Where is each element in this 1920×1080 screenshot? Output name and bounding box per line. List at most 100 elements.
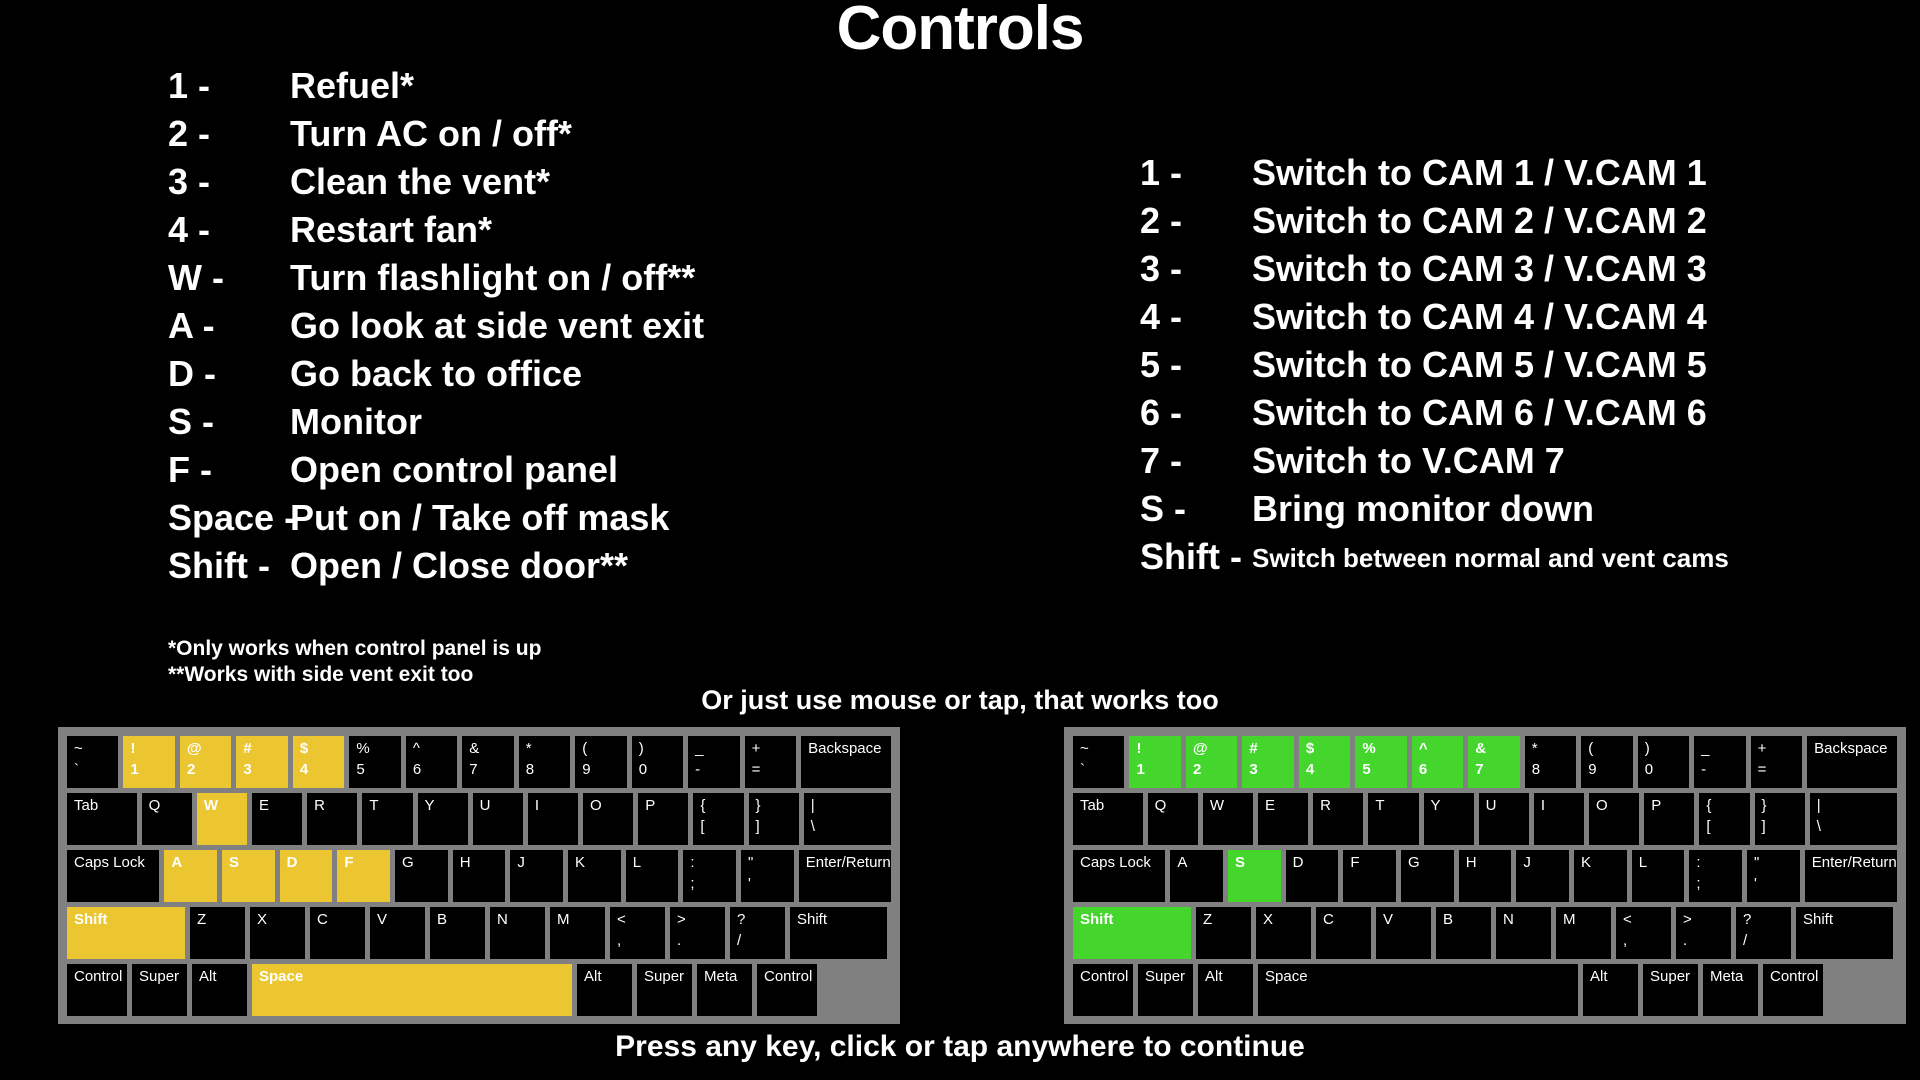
key-tab[interactable]: Tab — [1073, 793, 1143, 845]
key-s[interactable]: S — [222, 850, 275, 902]
key-caps-lock[interactable]: Caps Lock — [1073, 850, 1166, 902]
key-space[interactable]: Space — [1258, 964, 1578, 1016]
key-a[interactable]: A — [1170, 850, 1223, 902]
key-i[interactable]: I — [527, 793, 579, 845]
key-v[interactable]: V — [1376, 907, 1431, 959]
key-backspace[interactable]: Backspace — [801, 736, 892, 788]
key-z[interactable]: Z — [190, 907, 245, 959]
key-sym[interactable]: _ - — [688, 736, 740, 788]
key-super[interactable]: Super — [1643, 964, 1698, 1016]
key-t[interactable]: T — [1368, 793, 1419, 845]
key-sym[interactable]: + = — [1750, 736, 1803, 788]
key-sym[interactable]: " ' — [1747, 850, 1800, 902]
key-c[interactable]: C — [1316, 907, 1371, 959]
key-a[interactable]: A — [164, 850, 217, 902]
key-sym[interactable]: (9 — [1581, 736, 1633, 788]
key-shift[interactable]: Shift — [1796, 907, 1893, 959]
key-w[interactable]: W — [196, 793, 247, 845]
key-control[interactable]: Control — [1763, 964, 1823, 1016]
key-sym[interactable]: }] — [1754, 793, 1805, 845]
key-d[interactable]: D — [279, 850, 333, 902]
key-g[interactable]: G — [1401, 850, 1454, 902]
key-sym[interactable]: + = — [744, 736, 797, 788]
key-t[interactable]: T — [362, 793, 413, 845]
key-f[interactable]: F — [337, 850, 391, 902]
key-sym[interactable]: @2 — [1185, 736, 1238, 788]
key-sym[interactable]: $4 — [1298, 736, 1351, 788]
key-sym[interactable]: % 5 — [349, 736, 401, 788]
key-q[interactable]: Q — [1147, 793, 1198, 845]
key-tab[interactable]: Tab — [67, 793, 137, 845]
key-k[interactable]: K — [1574, 850, 1627, 902]
key-l[interactable]: L — [1631, 850, 1685, 902]
key-sym[interactable]: ~ ` — [67, 736, 119, 788]
key-v[interactable]: V — [370, 907, 425, 959]
key-sym[interactable]: * 8 — [518, 736, 571, 788]
key-r[interactable]: R — [307, 793, 358, 845]
key-meta[interactable]: Meta — [697, 964, 752, 1016]
key-l[interactable]: L — [625, 850, 679, 902]
key-sym[interactable]: % 5 — [1355, 736, 1407, 788]
key-f[interactable]: F — [1343, 850, 1397, 902]
key-super[interactable]: Super — [1138, 964, 1193, 1016]
key-shift[interactable]: Shift — [67, 907, 185, 959]
key-sym[interactable]: {[ — [1699, 793, 1750, 845]
key-sym[interactable]: ) 0 — [631, 736, 684, 788]
key-caps-lock[interactable]: Caps Lock — [67, 850, 160, 902]
key-y[interactable]: Y — [417, 793, 468, 845]
key-enter-return[interactable]: Enter/Return — [1804, 850, 1898, 902]
key-sym[interactable]: ? / — [1736, 907, 1791, 959]
key-sym[interactable]: | \ — [1809, 793, 1898, 845]
key-sym[interactable]: :; — [1689, 850, 1743, 902]
key-control[interactable]: Control — [67, 964, 127, 1016]
key-sym[interactable]: #3 — [236, 736, 288, 788]
key-c[interactable]: C — [310, 907, 365, 959]
key-d[interactable]: D — [1285, 850, 1339, 902]
key-e[interactable]: E — [251, 793, 303, 845]
key-y[interactable]: Y — [1423, 793, 1474, 845]
key-p[interactable]: P — [638, 793, 689, 845]
key-alt[interactable]: Alt — [1583, 964, 1638, 1016]
key-shift[interactable]: Shift — [790, 907, 887, 959]
key-p[interactable]: P — [1644, 793, 1695, 845]
key-m[interactable]: M — [1556, 907, 1611, 959]
key-i[interactable]: I — [1533, 793, 1585, 845]
key-e[interactable]: E — [1257, 793, 1309, 845]
key-alt[interactable]: Alt — [577, 964, 632, 1016]
key-alt[interactable]: Alt — [1198, 964, 1253, 1016]
key-b[interactable]: B — [430, 907, 485, 959]
key-sym[interactable]: ! 1 — [1129, 736, 1181, 788]
key-sym[interactable]: ! 1 — [123, 736, 175, 788]
key-j[interactable]: J — [510, 850, 564, 902]
continue-prompt[interactable]: Press any key, click or tap anywhere to … — [0, 1030, 1920, 1064]
key-sym[interactable]: $4 — [292, 736, 345, 788]
key-q[interactable]: Q — [141, 793, 192, 845]
key-sym[interactable]: :; — [683, 850, 737, 902]
key-sym[interactable]: }] — [748, 793, 799, 845]
key-z[interactable]: Z — [1196, 907, 1251, 959]
key-sym[interactable]: ^ 6 — [1411, 736, 1464, 788]
key-o[interactable]: O — [1589, 793, 1640, 845]
key-space[interactable]: Space — [252, 964, 572, 1016]
key-u[interactable]: U — [472, 793, 523, 845]
key-m[interactable]: M — [550, 907, 605, 959]
key-sym[interactable]: ^ 6 — [405, 736, 458, 788]
key-sym[interactable]: * 8 — [1524, 736, 1577, 788]
key-k[interactable]: K — [568, 850, 621, 902]
key-n[interactable]: N — [1496, 907, 1551, 959]
key-sym[interactable]: {[ — [693, 793, 744, 845]
key-sym[interactable]: & 7 — [462, 736, 514, 788]
key-super[interactable]: Super — [637, 964, 692, 1016]
key-sym[interactable]: >. — [670, 907, 725, 959]
key-sym[interactable]: _ - — [1694, 736, 1746, 788]
controls-screen[interactable]: Controls 1 - Refuel* 2 - Turn AC on / off* 3… — [0, 0, 1920, 1080]
key-n[interactable]: N — [490, 907, 545, 959]
key-control[interactable]: Control — [757, 964, 817, 1016]
key-sym[interactable]: <, — [610, 907, 665, 959]
key-sym[interactable]: @2 — [179, 736, 232, 788]
key-meta[interactable]: Meta — [1703, 964, 1758, 1016]
key-r[interactable]: R — [1313, 793, 1364, 845]
key-o[interactable]: O — [583, 793, 634, 845]
key-sym[interactable]: & 7 — [1468, 736, 1520, 788]
key-enter-return[interactable]: Enter/Return — [798, 850, 892, 902]
